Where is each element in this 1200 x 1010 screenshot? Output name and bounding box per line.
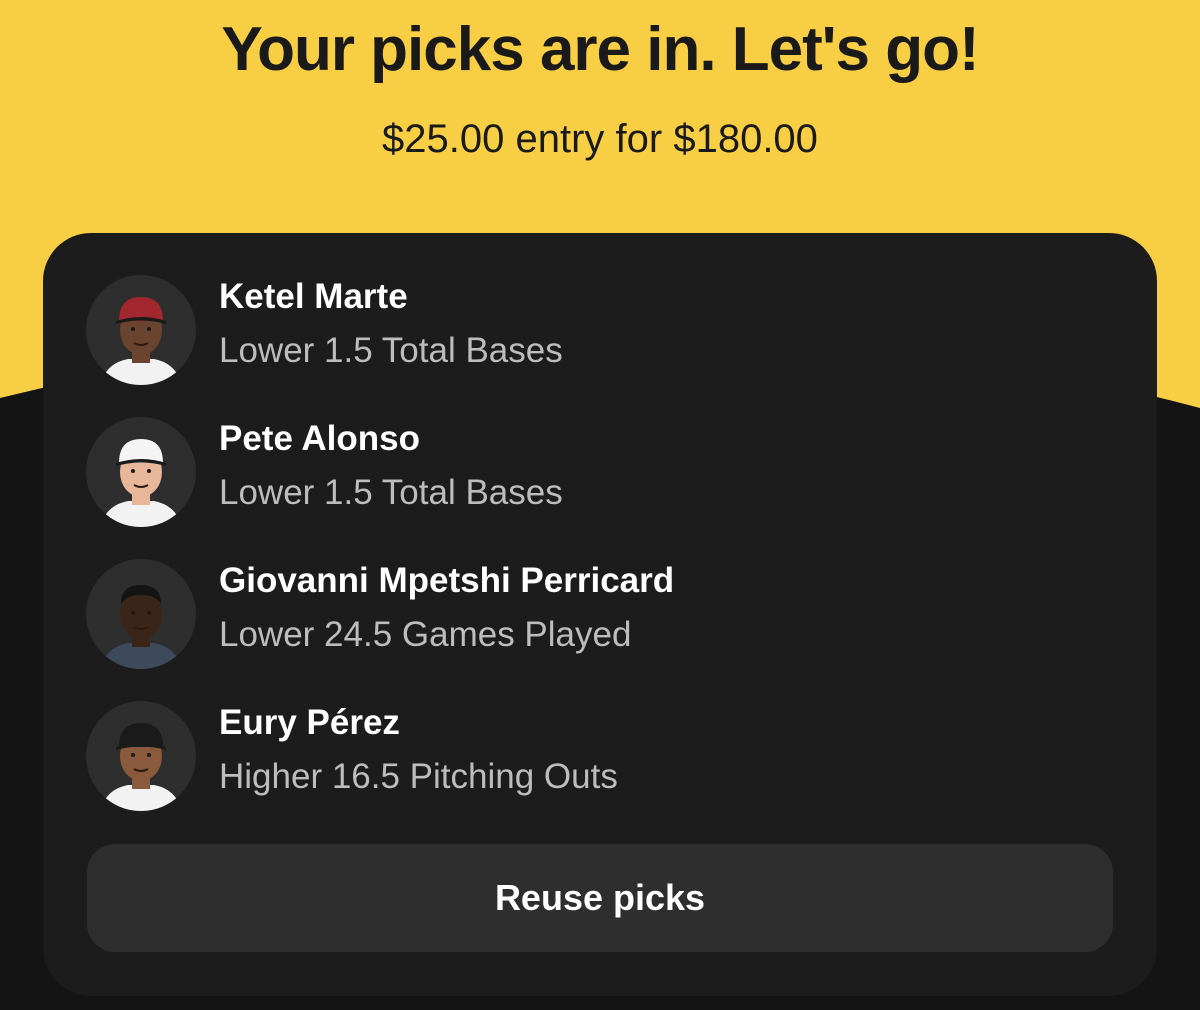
player-headshot-icon [86,417,196,527]
entry-summary: $25.00 entry for $180.00 [382,117,818,161]
reuse-picks-button[interactable]: Reuse picks [87,844,1113,952]
player-name: Eury Pérez [219,703,400,742]
pick-row[interactable]: Ketel Marte Lower 1.5 Total Bases [86,275,1086,385]
pick-description: Lower 24.5 Games Played [219,615,632,654]
player-name: Ketel Marte [219,277,408,316]
player-headshot-icon [86,559,196,669]
pick-row[interactable]: Giovanni Mpetshi Perricard Lower 24.5 Ga… [86,559,1086,669]
pick-row[interactable]: Eury Pérez Higher 16.5 Pitching Outs [86,701,1086,811]
pick-description: Lower 1.5 Total Bases [219,331,563,370]
player-headshot-icon [86,275,196,385]
pick-description: Lower 1.5 Total Bases [219,473,563,512]
player-headshot-icon [86,701,196,811]
pick-row[interactable]: Pete Alonso Lower 1.5 Total Bases [86,417,1086,527]
player-name: Pete Alonso [219,419,420,458]
picks-card: Ketel Marte Lower 1.5 Total Bases Pete A… [43,233,1157,996]
page-title: Your picks are in. Let's go! [221,15,979,84]
pick-description: Higher 16.5 Pitching Outs [219,757,618,796]
picks-confirmation-page: Your picks are in. Let's go! $25.00 entr… [0,0,1200,1010]
player-name: Giovanni Mpetshi Perricard [219,561,675,600]
